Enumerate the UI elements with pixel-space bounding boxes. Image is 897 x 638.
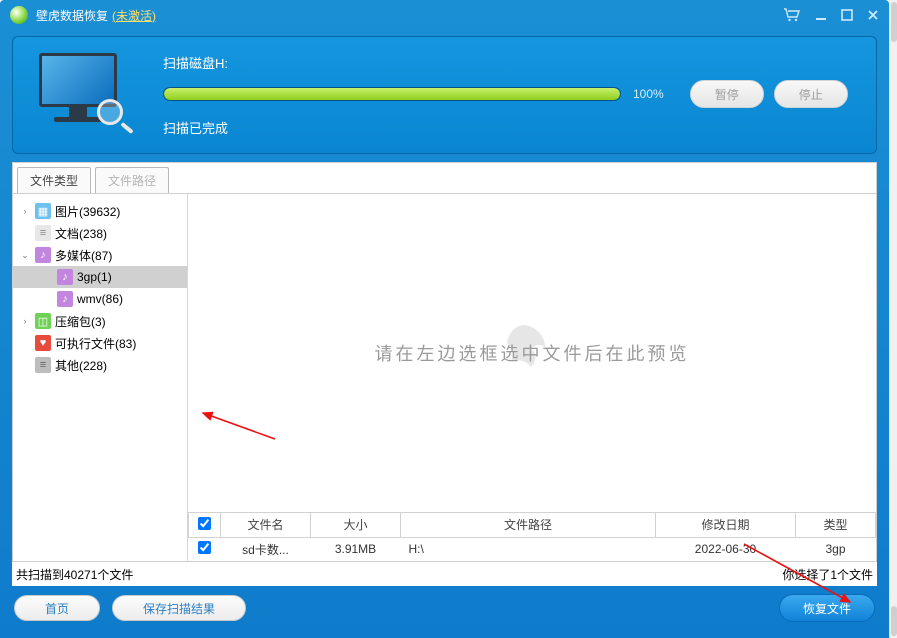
cell-path: H:\	[401, 537, 656, 561]
preview-pane: 请在左边选框选中文件后在此预览	[188, 194, 876, 512]
media-folder-icon: ♪	[35, 247, 51, 263]
scan-panel: 扫描磁盘H: 100% 暂停 停止 扫描已完成	[12, 36, 877, 154]
cart-icon[interactable]	[783, 8, 801, 22]
scan-progress-bar	[163, 87, 621, 101]
exe-folder-icon: ♥	[35, 335, 51, 351]
cell-date: 2022-06-30	[656, 537, 796, 561]
content-area: 文件类型 文件路径 ›▦图片(39632)›≡文档(238)⌄♪多媒体(87)›…	[12, 162, 877, 562]
col-date[interactable]: 修改日期	[656, 513, 796, 537]
table-row[interactable]: sd卡数...3.91MBH:\2022-06-303gp	[189, 537, 876, 561]
chevron-down-icon[interactable]: ⌄	[19, 250, 31, 261]
tree-item[interactable]: ›♪3gp(1)	[13, 266, 187, 288]
tree-item-label: wmv(86)	[77, 292, 123, 306]
tree-item-label: 3gp(1)	[77, 270, 112, 284]
tree-item[interactable]: ›♥可执行文件(83)	[13, 332, 187, 354]
tree-item[interactable]: ›♪wmv(86)	[13, 288, 187, 310]
tree-item-label: 文档(238)	[55, 225, 107, 242]
zip-folder-icon: ◫	[35, 313, 51, 329]
recover-button[interactable]: 恢复文件	[779, 594, 875, 622]
unactivated-link[interactable]: (未激活)	[112, 7, 156, 24]
tree-item-label: 压缩包(3)	[55, 313, 106, 330]
col-size[interactable]: 大小	[311, 513, 401, 537]
tab-filetype[interactable]: 文件类型	[17, 167, 91, 193]
row-checkbox[interactable]	[198, 541, 211, 554]
app-title: 壁虎数据恢复	[36, 7, 108, 24]
close-icon[interactable]	[867, 9, 879, 21]
stop-button[interactable]: 停止	[774, 80, 848, 108]
scan-target-label: 扫描磁盘H:	[163, 53, 856, 72]
tab-filepath[interactable]: 文件路径	[95, 167, 169, 193]
doc-folder-icon: ≡	[35, 225, 51, 241]
tree-item[interactable]: › ▦图片(39632)	[13, 200, 187, 222]
scan-done-label: 扫描已完成	[163, 118, 856, 137]
status-left: 共扫描到40271个文件	[16, 566, 133, 583]
tree-item-label: 图片(39632)	[55, 203, 120, 220]
monitor-icon	[33, 53, 123, 137]
tree-item[interactable]: ›≡文档(238)	[13, 222, 187, 244]
media-folder-icon: ♪	[57, 291, 73, 307]
maximize-icon[interactable]	[841, 9, 853, 21]
file-tree: ›▦图片(39632)›≡文档(238)⌄♪多媒体(87)›♪3gp(1)›♪w…	[13, 194, 188, 561]
tree-item[interactable]: › ◫压缩包(3)	[13, 310, 187, 332]
status-right: 你选择了1个文件	[782, 566, 873, 583]
cell-name: sd卡数...	[221, 537, 311, 561]
page-scrollbar[interactable]	[889, 0, 897, 638]
col-name[interactable]: 文件名	[221, 513, 311, 537]
minimize-icon[interactable]	[815, 9, 827, 21]
file-table: 文件名 大小 文件路径 修改日期 类型 sd卡数...3.91MBH:\2022…	[188, 513, 876, 561]
preview-hint: 请在左边选框选中文件后在此预览	[375, 340, 690, 366]
titlebar: 壁虎数据恢复 (未激活)	[0, 0, 889, 30]
col-type[interactable]: 类型	[796, 513, 876, 537]
other-folder-icon: ≡	[35, 357, 51, 373]
header-checkbox[interactable]	[198, 517, 211, 530]
chevron-right-icon[interactable]: ›	[19, 316, 31, 326]
pic-folder-icon: ▦	[35, 203, 51, 219]
home-button[interactable]: 首页	[14, 595, 100, 621]
cell-size: 3.91MB	[311, 537, 401, 561]
tree-item[interactable]: ›≡其他(228)	[13, 354, 187, 376]
tree-item-label: 多媒体(87)	[55, 247, 112, 264]
pause-button[interactable]: 暂停	[690, 80, 764, 108]
cell-type: 3gp	[796, 537, 876, 561]
tree-item-label: 可执行文件(83)	[55, 335, 136, 352]
media-folder-icon: ♪	[57, 269, 73, 285]
scan-percent: 100%	[633, 87, 664, 101]
status-bar: 共扫描到40271个文件 你选择了1个文件	[12, 562, 877, 586]
chevron-right-icon[interactable]: ›	[19, 206, 31, 216]
app-logo-icon	[10, 6, 28, 24]
col-path[interactable]: 文件路径	[401, 513, 656, 537]
save-scan-button[interactable]: 保存扫描结果	[112, 595, 246, 621]
tree-item-label: 其他(228)	[55, 357, 107, 374]
tree-item[interactable]: ⌄ ♪多媒体(87)	[13, 244, 187, 266]
